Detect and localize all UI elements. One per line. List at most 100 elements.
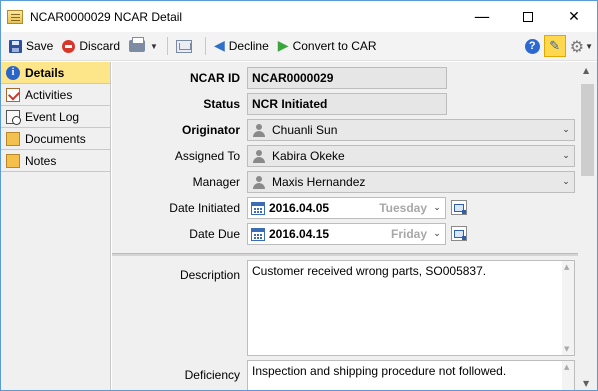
decline-label: Decline xyxy=(228,39,269,53)
main-scrollbar[interactable]: ▲ ▼ xyxy=(578,62,597,390)
minimize-button[interactable]: — xyxy=(459,1,505,32)
manager-select[interactable]: Maxis Hernandez ⌄ xyxy=(247,171,575,193)
date-due-extra-button[interactable] xyxy=(451,226,467,241)
chevron-down-icon[interactable]: ⌄ xyxy=(429,203,445,213)
save-icon xyxy=(9,39,22,53)
sidebar-item-notes[interactable]: Notes xyxy=(1,150,110,172)
chevron-down-icon: ▼ xyxy=(150,41,158,51)
description-label: Description xyxy=(179,268,240,282)
originator-select[interactable]: Chuanli Sun ⌄ xyxy=(247,119,575,141)
manager-label: Manager xyxy=(192,175,240,189)
gear-icon[interactable]: ⚙ xyxy=(570,37,584,56)
sidebar-item-label: Event Log xyxy=(25,109,80,124)
convert-to-car-button[interactable]: ▶ Convert to CAR xyxy=(274,35,381,57)
chevron-down-icon[interactable]: ⌄ xyxy=(558,177,574,187)
checklist-icon xyxy=(6,87,20,102)
log-icon xyxy=(6,109,21,125)
sidebar-item-label: Notes xyxy=(25,153,57,168)
section-divider xyxy=(112,253,578,256)
scroll-down-icon[interactable]: ▼ xyxy=(564,345,569,353)
user-icon xyxy=(252,175,266,189)
ncar-id-field: NCAR0000029 xyxy=(247,67,447,89)
folder-icon xyxy=(6,131,20,146)
assigned-to-value: Kabira Okeke xyxy=(272,149,345,163)
manager-row: Manager Maxis Hernandez ⌄ xyxy=(112,171,578,193)
sidebar-item-label: Activities xyxy=(25,87,73,102)
manager-value: Maxis Hernandez xyxy=(272,175,366,189)
scroll-up-icon[interactable]: ▲ xyxy=(564,263,569,271)
toolbar-separator xyxy=(204,37,206,55)
chevron-down-icon[interactable]: ⌄ xyxy=(558,151,574,161)
calendar-icon xyxy=(251,227,265,241)
arrow-left-icon: ◀ xyxy=(213,38,225,54)
date-due-label: Date Due xyxy=(189,227,240,241)
date-due-value: 2016.04.15 xyxy=(269,227,330,241)
printer-icon xyxy=(129,37,146,52)
description-scrollbar[interactable]: ▲ ▼ xyxy=(562,261,574,355)
close-icon: ✕ xyxy=(568,8,580,25)
discard-button[interactable]: Discard xyxy=(58,35,124,57)
window-title: NCAR0000029 NCAR Detail xyxy=(30,9,183,24)
status-row: Status NCR Initiated xyxy=(112,93,578,115)
email-button[interactable] xyxy=(172,35,200,57)
assigned-to-select[interactable]: Kabira Okeke ⌄ xyxy=(247,145,575,167)
sidebar-item-event-log[interactable]: Event Log xyxy=(1,106,110,128)
mail-icon xyxy=(175,39,192,53)
deficiency-scrollbar[interactable]: ▲ xyxy=(562,361,574,390)
maximize-button[interactable] xyxy=(505,1,551,32)
user-icon xyxy=(252,123,266,137)
status-label: Status xyxy=(203,97,240,111)
details-panel: NCAR ID NCAR0000029 Status NCR Initiated… xyxy=(112,62,578,390)
originator-value: Chuanli Sun xyxy=(272,123,338,137)
maximize-icon xyxy=(523,11,533,22)
print-button[interactable]: ▼ xyxy=(125,35,162,57)
scroll-down-icon[interactable]: ▼ xyxy=(583,379,589,388)
toolbar-separator xyxy=(166,37,168,55)
discard-label: Discard xyxy=(79,39,121,53)
arrow-right-icon: ▶ xyxy=(277,38,289,54)
scroll-up-icon[interactable]: ▲ xyxy=(564,363,569,371)
sidebar-item-details[interactable]: i Details xyxy=(1,62,110,84)
date-initiated-extra-button[interactable] xyxy=(451,200,467,215)
sidebar-item-documents[interactable]: Documents xyxy=(1,128,110,150)
calendar-link-icon xyxy=(454,229,466,240)
pin-icon[interactable]: ✎ xyxy=(543,35,566,57)
info-icon: i xyxy=(6,65,20,80)
date-initiated-picker[interactable]: 2016.04.05 Tuesday ⌄ xyxy=(247,197,446,219)
date-initiated-label: Date Initiated xyxy=(169,201,240,215)
deficiency-label: Deficiency xyxy=(184,368,240,382)
deficiency-textarea[interactable]: Inspection and shipping procedure not fo… xyxy=(247,360,575,390)
date-initiated-row: Date Initiated 2016.04.05 Tuesday ⌄ xyxy=(112,197,578,219)
app-icon xyxy=(7,9,23,24)
save-button[interactable]: Save xyxy=(5,35,57,57)
chevron-down-icon[interactable]: ⌄ xyxy=(429,229,445,239)
scrollbar-thumb[interactable] xyxy=(581,84,594,176)
deficiency-value: Inspection and shipping procedure not fo… xyxy=(252,364,507,378)
assigned-to-label: Assigned To xyxy=(174,149,240,163)
toolbar: Save Discard ▼ ◀ Decline ▶ Convert to CA… xyxy=(1,32,597,61)
date-due-picker[interactable]: 2016.04.15 Friday ⌄ xyxy=(247,223,446,245)
description-value: Customer received wrong parts, SO005837. xyxy=(252,264,487,278)
ncar-id-label: NCAR ID xyxy=(190,71,240,85)
date-initiated-day: Tuesday xyxy=(379,201,427,215)
sidebar-item-label: Details xyxy=(25,65,65,80)
decline-button[interactable]: ◀ Decline xyxy=(210,35,273,57)
toolbar-right-group: ? ✎ ⚙ ▼ xyxy=(524,35,597,57)
chevron-down-icon[interactable]: ▼ xyxy=(585,42,593,51)
discard-icon xyxy=(62,39,76,53)
sidebar-item-activities[interactable]: Activities xyxy=(1,84,110,106)
originator-label: Originator xyxy=(181,123,240,137)
close-button[interactable]: ✕ xyxy=(551,1,597,32)
description-textarea[interactable]: Customer received wrong parts, SO005837.… xyxy=(247,260,575,356)
scroll-up-icon[interactable]: ▲ xyxy=(583,66,589,75)
title-bar: NCAR0000029 NCAR Detail — ✕ xyxy=(1,1,597,32)
help-icon[interactable]: ? xyxy=(524,38,540,54)
chevron-down-icon[interactable]: ⌄ xyxy=(558,125,574,135)
save-label: Save xyxy=(26,39,54,53)
date-due-row: Date Due 2016.04.15 Friday ⌄ xyxy=(112,223,578,245)
calendar-link-icon xyxy=(454,203,466,214)
user-icon xyxy=(252,149,266,163)
assigned-to-row: Assigned To Kabira Okeke ⌄ xyxy=(112,145,578,167)
date-due-day: Friday xyxy=(390,227,427,241)
ncar-detail-window: NCAR0000029 NCAR Detail — ✕ Save Discard… xyxy=(0,0,598,391)
